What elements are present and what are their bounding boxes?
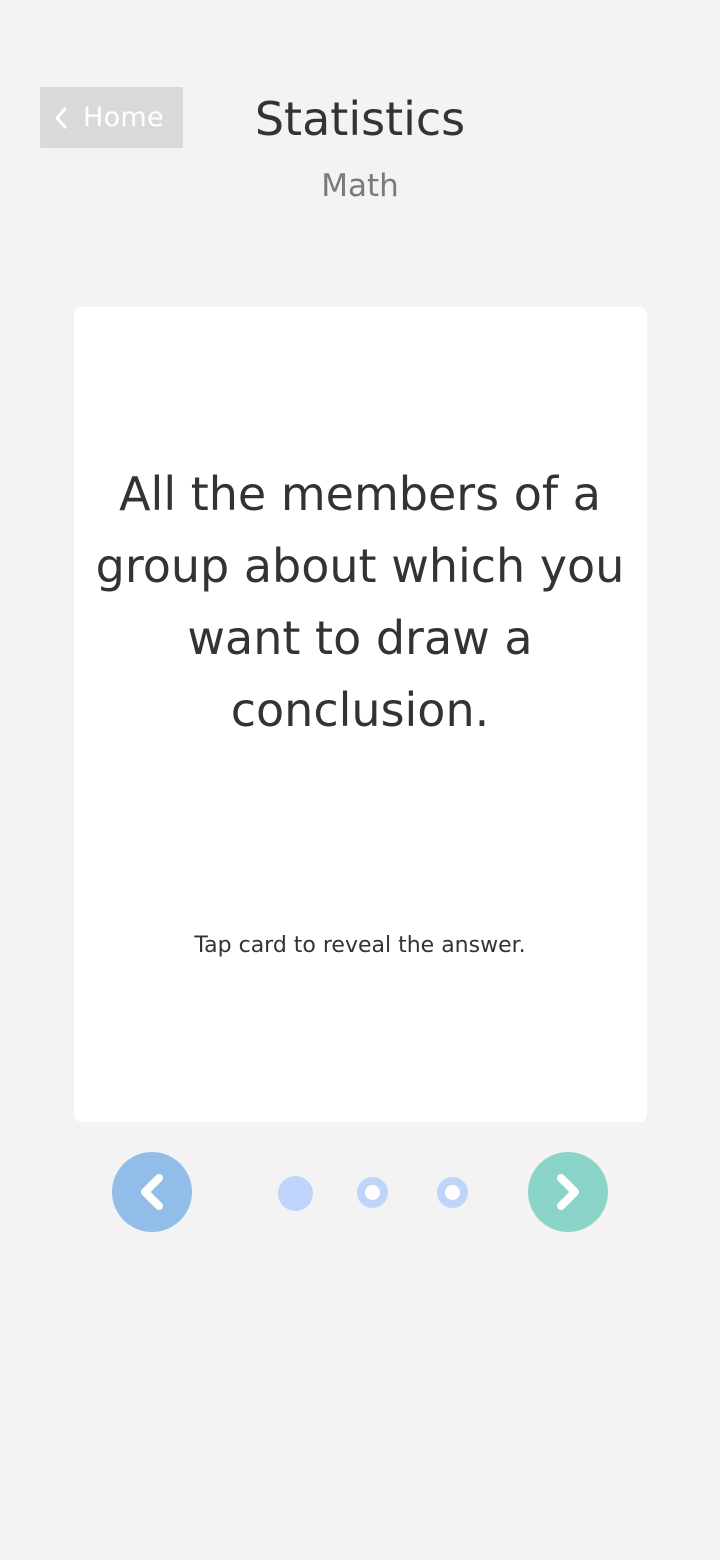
flashcard-hint: Tap card to reveal the answer. (194, 933, 526, 958)
chevron-left-icon (141, 1174, 163, 1210)
flashcard-question: All the members of a group about which y… (95, 467, 625, 737)
pagination-dot-2[interactable] (357, 1177, 388, 1208)
pagination-dot-3[interactable] (437, 1177, 468, 1208)
page-subtitle: Math (321, 168, 399, 204)
page-title: Statistics (254, 92, 466, 146)
chevron-right-icon (557, 1174, 579, 1210)
previous-card-button[interactable] (112, 1152, 192, 1232)
next-card-button[interactable] (528, 1152, 608, 1232)
pagination-dot-1[interactable] (278, 1176, 313, 1211)
